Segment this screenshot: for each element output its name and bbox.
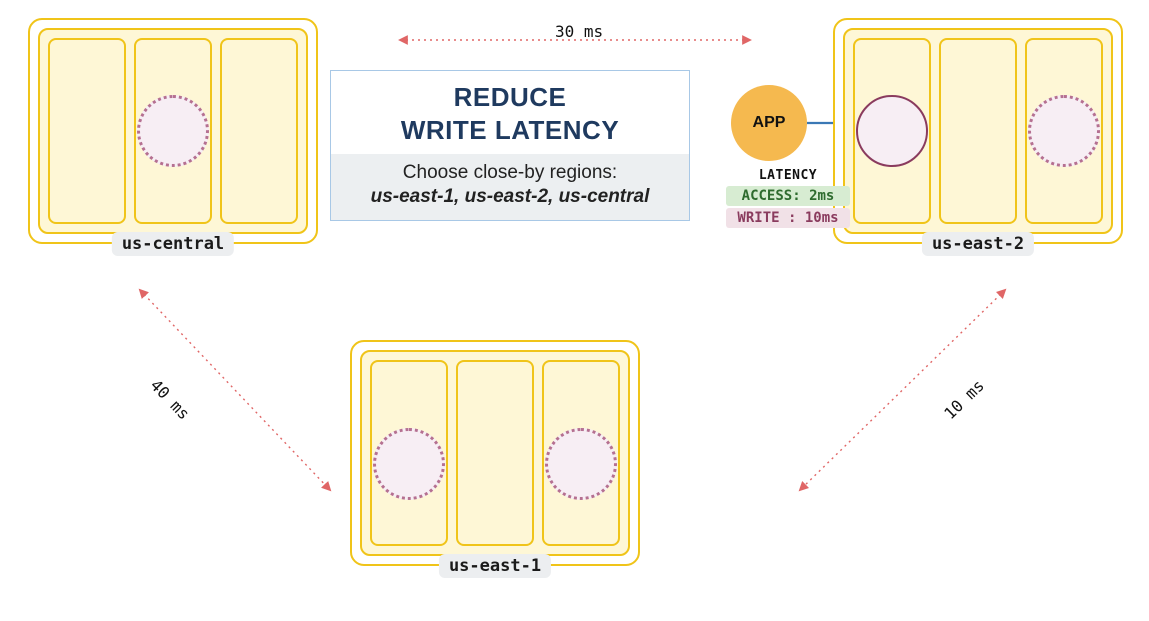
latency-access-row: ACCESS: 2ms: [726, 186, 850, 206]
app-label: APP: [753, 114, 786, 132]
slot: [853, 38, 931, 224]
region-us-central: us-central: [28, 18, 318, 244]
replica-dotted-icon: [545, 428, 617, 500]
slot: [1025, 38, 1103, 224]
title-line-1: REDUCE: [454, 82, 567, 112]
slot: [939, 38, 1017, 224]
latency-right: 10 ms: [940, 376, 988, 423]
region-inner: [843, 28, 1113, 234]
region-us-east-2: us-east-2: [833, 18, 1123, 244]
latency-block: LATENCY ACCESS: 2ms WRITE : 10ms: [726, 168, 850, 230]
subtitle-regions: us-east-1, us-east-2, us-central: [341, 186, 679, 208]
replica-dotted-icon: [1028, 95, 1100, 167]
slot: [48, 38, 126, 224]
replica-dotted-icon: [137, 95, 209, 167]
slot: [220, 38, 298, 224]
app-node: APP: [731, 85, 807, 161]
subtitle-lead: Choose close-by regions:: [403, 162, 617, 183]
replica-leader-icon: [856, 95, 928, 167]
region-us-east-1: us-east-1: [350, 340, 640, 566]
latency-heading: LATENCY: [726, 168, 850, 183]
info-title: REDUCE WRITE LATENCY: [331, 71, 689, 154]
info-subtitle: Choose close-by regions: us-east-1, us-e…: [331, 154, 689, 220]
replica-dotted-icon: [373, 428, 445, 500]
slot: [456, 360, 534, 546]
slot: [134, 38, 212, 224]
latency-top: 30 ms: [555, 22, 603, 41]
region-inner: [38, 28, 308, 234]
title-line-2: WRITE LATENCY: [401, 115, 619, 145]
region-label: us-east-2: [922, 232, 1034, 256]
latency-write-row: WRITE : 10ms: [726, 208, 850, 228]
slot: [370, 360, 448, 546]
region-label: us-east-1: [439, 554, 551, 578]
region-inner: [360, 350, 630, 556]
latency-left: 40 ms: [147, 376, 194, 424]
slot: [542, 360, 620, 546]
region-label: us-central: [112, 232, 234, 256]
info-box: REDUCE WRITE LATENCY Choose close-by reg…: [330, 70, 690, 221]
